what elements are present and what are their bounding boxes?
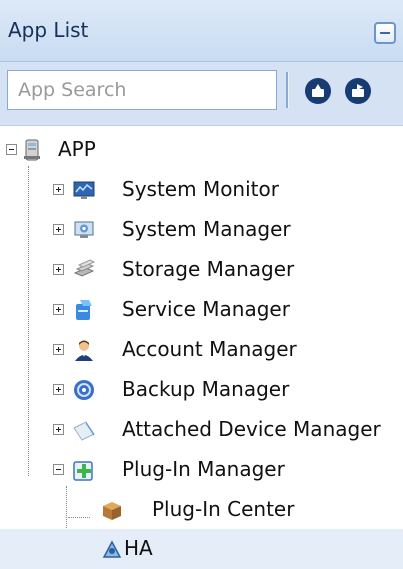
- tree-item-label: System Monitor: [122, 177, 279, 201]
- collapse-toggle[interactable]: [6, 144, 17, 155]
- plugin-puzzle-icon: [72, 458, 96, 482]
- tree-item-plugin-center[interactable]: Plug-In Center: [0, 490, 403, 530]
- computer-settings-icon: [72, 218, 96, 242]
- tree-item-storage-manager[interactable]: Storage Manager: [0, 250, 403, 290]
- tree-item-service-manager[interactable]: Service Manager: [0, 290, 403, 330]
- tree-item-label: System Manager: [122, 217, 291, 241]
- upload-circle-icon[interactable]: [305, 78, 331, 104]
- tree-item-system-monitor[interactable]: System Monitor: [0, 170, 403, 210]
- expand-toggle[interactable]: [53, 184, 64, 195]
- backup-disc-icon: [72, 378, 96, 402]
- tree-item-attached-device-manager[interactable]: Attached Device Manager: [0, 410, 403, 450]
- panel-title: App List: [8, 18, 89, 42]
- storage-disks-icon: [72, 258, 96, 282]
- toolbar-separator: [286, 72, 289, 108]
- tree-item-label: Service Manager: [122, 297, 290, 321]
- tree-item-account-manager[interactable]: Account Manager: [0, 330, 403, 370]
- tree-item-label: Account Manager: [122, 337, 297, 361]
- app-search-input[interactable]: [7, 70, 277, 110]
- collapse-panel-button[interactable]: [374, 22, 396, 44]
- service-icon: [72, 298, 96, 322]
- tree-root-label: APP: [58, 137, 96, 161]
- tree-root-app[interactable]: APP: [0, 130, 403, 170]
- attached-device-icon: [72, 418, 96, 442]
- tree-item-label: Attached Device Manager: [122, 417, 381, 441]
- tree-item-backup-manager[interactable]: Backup Manager: [0, 370, 403, 410]
- tree-item-ha[interactable]: HA: [0, 529, 403, 569]
- expand-toggle[interactable]: [53, 384, 64, 395]
- panel-header: App List: [0, 0, 403, 62]
- expand-toggle[interactable]: [53, 304, 64, 315]
- tree-item-label: Storage Manager: [122, 257, 295, 281]
- refresh-circle-icon[interactable]: [345, 78, 371, 104]
- toolbar: [0, 62, 403, 126]
- collapse-toggle[interactable]: [53, 464, 64, 475]
- expand-toggle[interactable]: [53, 264, 64, 275]
- package-box-icon: [100, 498, 124, 522]
- server-icon: [20, 138, 44, 162]
- expand-toggle[interactable]: [53, 344, 64, 355]
- tree-item-label: HA: [124, 536, 153, 560]
- app-tree: APP System Monitor System Manager Storag…: [0, 126, 403, 569]
- ha-cluster-icon: [100, 537, 124, 561]
- user-account-icon: [72, 338, 96, 362]
- tree-item-label: Plug-In Center: [152, 497, 295, 521]
- tree-item-label: Plug-In Manager: [122, 457, 285, 481]
- tree-item-system-manager[interactable]: System Manager: [0, 210, 403, 250]
- tree-item-plugin-manager[interactable]: Plug-In Manager: [0, 450, 403, 490]
- monitor-chart-icon: [72, 178, 96, 202]
- tree-item-label: Backup Manager: [122, 377, 290, 401]
- expand-toggle[interactable]: [53, 424, 64, 435]
- expand-toggle[interactable]: [53, 224, 64, 235]
